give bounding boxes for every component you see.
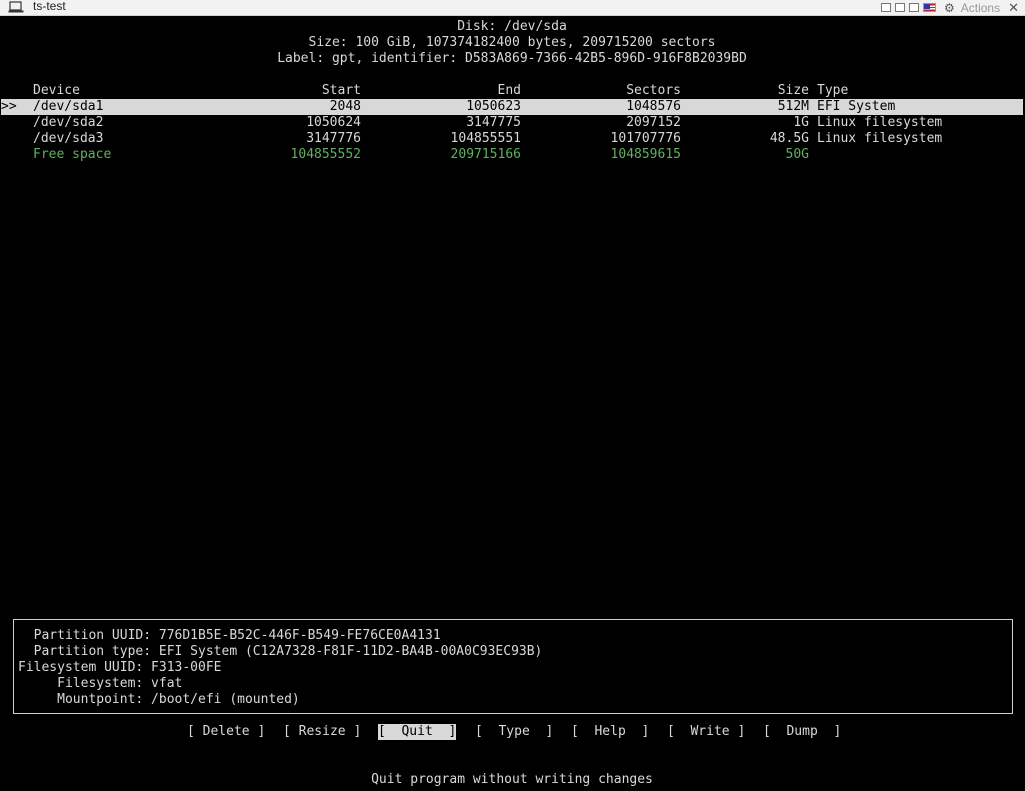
maximize-icon[interactable] xyxy=(908,3,919,12)
row-end: 209715166 xyxy=(450,147,521,162)
column-end: End xyxy=(497,83,521,98)
row-start: 2048 xyxy=(329,99,361,114)
row-type: Linux filesystem xyxy=(817,115,943,130)
filesystem-uuid: Filesystem UUID: F313-00FE xyxy=(18,660,222,675)
row-start: 104855552 xyxy=(290,147,361,162)
row-start: 1050624 xyxy=(306,115,361,130)
actions-button[interactable]: Actions xyxy=(961,1,1000,15)
row-type: EFI System xyxy=(817,99,896,114)
write-button[interactable]: [ Write ] xyxy=(667,724,745,740)
partition-uuid: Partition UUID: 776D1B5E-B52C-446F-B549-… xyxy=(18,628,441,643)
row-size: 50G xyxy=(785,147,809,162)
row-start: 3147776 xyxy=(306,131,361,146)
table-row[interactable]: Free space 104855552 209715166 104859615… xyxy=(1,147,1023,163)
minimize-icon[interactable] xyxy=(880,3,891,12)
partition-info-box: Partition UUID: 776D1B5E-B52C-446F-B549-… xyxy=(13,619,1013,714)
row-device: /dev/sda1 xyxy=(33,99,104,114)
disk-label: Label: gpt, identifier: D583A869-7366-42… xyxy=(277,51,747,66)
column-sectors: Sectors xyxy=(626,83,681,98)
column-device: Device xyxy=(33,83,80,98)
row-sectors: 104859615 xyxy=(610,147,681,162)
row-size: 48.5G xyxy=(769,131,809,146)
window-titlebar: ts-test ⚙ Actions ✕ xyxy=(0,0,1025,16)
table-header: Device Start End Sectors Size Type xyxy=(1,83,1023,99)
mountpoint: Mountpoint: /boot/efi (mounted) xyxy=(18,692,300,707)
filesystem: Filesystem: vfat xyxy=(18,676,183,691)
table-row[interactable]: /dev/sda2 1050624 3147775 2097152 1G Lin… xyxy=(1,115,1023,131)
disk-name: Disk: /dev/sda xyxy=(457,19,567,34)
close-icon[interactable]: ✕ xyxy=(1008,0,1019,16)
partition-type: Partition type: EFI System (C12A7328-F81… xyxy=(18,644,543,659)
row-sectors: 2097152 xyxy=(626,115,681,130)
column-size: Size xyxy=(777,83,809,98)
table-row[interactable]: >> /dev/sda1 2048 1050623 1048576 512M E… xyxy=(1,99,1023,115)
column-type: Type xyxy=(817,83,849,98)
row-sectors: 1048576 xyxy=(626,99,681,114)
row-sectors: 101707776 xyxy=(610,131,681,146)
restore-icon[interactable] xyxy=(894,3,905,12)
row-device: Free space xyxy=(33,147,112,162)
us-flag-icon[interactable] xyxy=(922,3,936,12)
terminal-screen[interactable]: Disk: /dev/sda Size: 100 GiB, 1073741824… xyxy=(1,16,1023,791)
row-device: /dev/sda3 xyxy=(33,131,104,146)
disk-size: Size: 100 GiB, 107374182400 bytes, 20971… xyxy=(308,35,716,50)
column-start: Start xyxy=(321,83,361,98)
table-row[interactable]: /dev/sda3 3147776 104855551 101707776 48… xyxy=(1,131,1023,147)
row-size: 512M xyxy=(777,99,809,114)
row-end: 3147775 xyxy=(466,115,521,130)
delete-button[interactable]: [ Delete ] xyxy=(187,724,265,740)
terminal-icon xyxy=(8,1,24,13)
resize-button[interactable]: [ Resize ] xyxy=(283,724,361,740)
type-button[interactable]: [ Type ] xyxy=(475,724,553,740)
dump-button[interactable]: [ Dump ] xyxy=(763,724,841,740)
selection-marker: >> xyxy=(1,99,17,114)
row-size: 1G xyxy=(793,115,809,130)
window-controls: ⚙ Actions ✕ xyxy=(880,0,1019,16)
status-line: Quit program without writing changes xyxy=(371,772,653,787)
row-type: Linux filesystem xyxy=(817,131,943,146)
row-end: 104855551 xyxy=(450,131,521,146)
help-button[interactable]: [ Help ] xyxy=(571,724,649,740)
row-end: 1050623 xyxy=(466,99,521,114)
quit-button[interactable]: [ Quit ] xyxy=(378,724,457,740)
row-device: /dev/sda2 xyxy=(33,115,104,130)
gear-icon[interactable]: ⚙ xyxy=(944,1,955,15)
window-title: ts-test xyxy=(33,0,66,13)
